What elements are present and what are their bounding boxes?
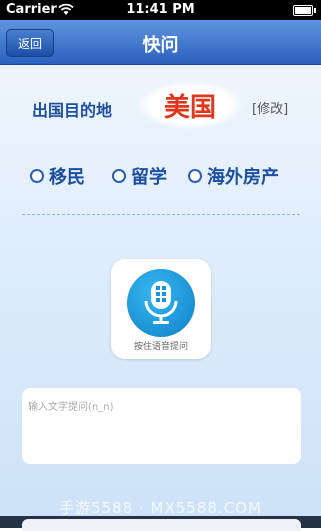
category-options: 移民 留学 海外房产 bbox=[30, 163, 300, 189]
content-area: 出国目的地 美国 [修改] 移民 留学 海外房产 按住语音提问 输入文字提问(n… bbox=[0, 65, 321, 531]
destination-country: 美国 bbox=[163, 93, 216, 123]
status-bar: Carrier 11:41 PM bbox=[0, 0, 321, 20]
watermark: 手游5588 · MX5588.COM bbox=[59, 499, 262, 517]
radio-icon[interactable] bbox=[112, 169, 126, 183]
option-overseas-property[interactable]: 海外房产 bbox=[188, 163, 279, 189]
option-label: 留学 bbox=[131, 167, 167, 188]
clock: 11:41 PM bbox=[126, 2, 195, 17]
page-title: 快问 bbox=[142, 35, 179, 56]
radio-icon[interactable] bbox=[30, 169, 44, 183]
destination-label: 出国目的地 bbox=[32, 101, 113, 120]
destination-country-badge[interactable]: 美国 bbox=[138, 81, 242, 129]
voice-ask-button[interactable]: 按住语音提问 bbox=[111, 259, 211, 359]
navigation-bar: 返回 快问 bbox=[0, 20, 321, 65]
question-text-input[interactable] bbox=[22, 388, 301, 464]
battery-icon bbox=[293, 5, 316, 16]
option-label: 海外房产 bbox=[207, 167, 279, 188]
radio-icon[interactable] bbox=[188, 169, 202, 183]
option-immigration[interactable]: 移民 bbox=[30, 163, 85, 189]
dashed-divider bbox=[22, 214, 300, 215]
voice-button-label: 按住语音提问 bbox=[133, 342, 188, 352]
option-study-abroad[interactable]: 留学 bbox=[112, 163, 167, 189]
submit-button[interactable] bbox=[22, 519, 301, 531]
microphone-icon bbox=[127, 269, 195, 337]
modify-destination-link[interactable]: [修改] bbox=[252, 98, 288, 117]
option-label: 移民 bbox=[49, 167, 85, 188]
